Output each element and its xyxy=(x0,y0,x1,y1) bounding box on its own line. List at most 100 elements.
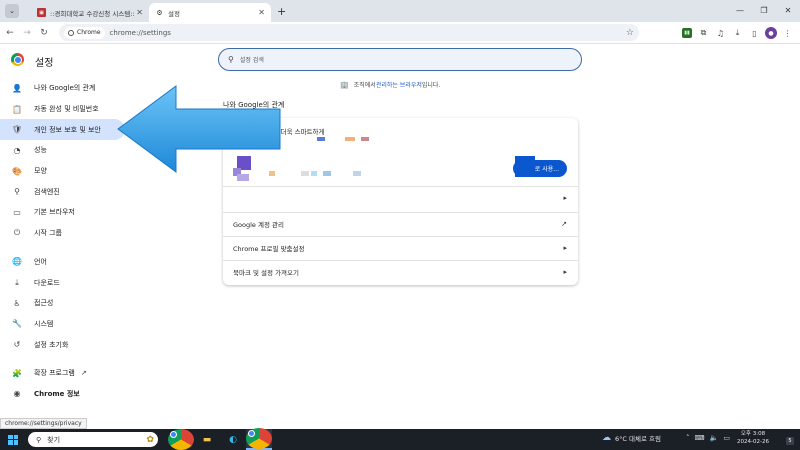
browser-icon: ▭ xyxy=(13,207,21,217)
search-icon: ⚲ xyxy=(14,187,20,197)
row-label: 북마크 및 설정 가져오기 xyxy=(233,269,299,277)
redacted-block xyxy=(311,171,317,176)
sidebar-item-label: 기본 브라우저 xyxy=(34,208,75,217)
reset-icon: ↺ xyxy=(13,340,21,350)
download-icon[interactable]: ⤓ xyxy=(729,25,746,41)
minimize-icon[interactable]: — xyxy=(728,0,752,20)
file-explorer-icon[interactable]: ▬ xyxy=(194,429,220,450)
sidebar-item-search-engine[interactable]: ⚲ 검색엔진 xyxy=(0,181,210,202)
sidebar-item-reset[interactable]: ↺ 설정 초기화 xyxy=(0,334,210,355)
tab-strip: ⌄ ▣ ::경희대학교 수강신청 시스템:: ✕ ⚙ 설정 ✕ + — ❐ ✕ xyxy=(0,0,800,22)
close-tab-icon[interactable]: ✕ xyxy=(258,8,265,17)
taskbar-search[interactable]: ⚲ 찾기 ✿ xyxy=(28,432,158,447)
chrome-icon: ◉ xyxy=(13,389,21,399)
accessibility-icon: ♿ xyxy=(13,298,21,308)
managed-prefix: 조직에서 xyxy=(353,82,376,89)
sidebar-item-label: Chrome 정보 xyxy=(34,389,80,398)
manage-google-account-row[interactable]: Google 계정 관리 ↗ xyxy=(223,212,578,235)
tab-settings[interactable]: ⚙ 설정 ✕ xyxy=(149,3,271,22)
sidebar-item-label: 확장 프로그램 xyxy=(34,369,75,378)
keyboard-icon[interactable]: ⌨ xyxy=(695,434,705,442)
extension-icon[interactable]: ▮▮ xyxy=(682,28,692,38)
puzzle-icon[interactable]: ⧉ xyxy=(695,25,712,41)
tab-search-button[interactable]: ⌄ xyxy=(5,4,19,18)
sync-services-row[interactable]: ▸ xyxy=(223,186,578,209)
close-tab-icon[interactable]: ✕ xyxy=(136,8,143,17)
taskbar-apps: ▬ ◐ xyxy=(168,428,272,450)
speedometer-icon: ◔ xyxy=(13,145,21,155)
windows-start-icon[interactable] xyxy=(8,434,18,445)
weather-text: 6°C 대체로 흐림 xyxy=(615,435,661,443)
gear-icon: ⚙ xyxy=(156,8,163,17)
sidebar-item-system[interactable]: 🔧 시스템 xyxy=(0,314,210,335)
import-bookmarks-row[interactable]: 북마크 및 설정 가져오기 ▸ xyxy=(223,260,578,283)
wrench-icon: 🔧 xyxy=(12,319,22,329)
search-placeholder: 설정 검색 xyxy=(239,57,264,64)
weather-widget[interactable]: ☁ 6°C 대체로 흐림 xyxy=(602,433,661,443)
sidebar-item-label: 나와 Google의 관계 xyxy=(34,84,96,93)
download-icon: ⤓ xyxy=(15,277,19,287)
chevron-up-icon[interactable]: ˄ xyxy=(686,434,690,442)
annotation-arrow-icon xyxy=(117,85,281,173)
search-highlight-icon: ✿ xyxy=(146,434,154,445)
network-icon[interactable]: ▭ xyxy=(723,434,730,442)
redacted-block xyxy=(323,171,331,176)
profile-avatar[interactable]: ● xyxy=(765,27,777,39)
plus-icon: + xyxy=(277,4,287,18)
more-menu-icon[interactable]: ⋮ xyxy=(779,25,796,41)
chrome-icon xyxy=(246,428,272,449)
side-panel-icon[interactable]: ▯ xyxy=(746,25,763,41)
site-info-chip[interactable]: Chrome xyxy=(64,26,105,39)
palette-icon: 🎨 xyxy=(12,166,22,176)
redacted-block xyxy=(353,171,361,176)
chrome-icon xyxy=(68,29,74,36)
chrome-active-app-icon[interactable] xyxy=(246,428,272,450)
redacted-block xyxy=(345,137,355,141)
edge-icon[interactable]: ◐ xyxy=(220,429,246,450)
chrome-logo-icon xyxy=(11,53,24,66)
redacted-block xyxy=(515,156,535,177)
sidebar-item-languages[interactable]: 🌐 언어 xyxy=(0,252,210,273)
sidebar-item-label: 시작 그룹 xyxy=(34,229,62,238)
globe-icon: 🌐 xyxy=(12,257,22,267)
power-icon: ⏻ xyxy=(13,228,21,238)
sidebar-item-accessibility[interactable]: ♿ 접근성 xyxy=(0,293,210,314)
sidebar-item-privacy[interactable]: 🛡 개인 정보 보호 및 보안 xyxy=(0,119,125,141)
sidebar-item-about-chrome[interactable]: ◉ Chrome 정보 xyxy=(0,384,210,405)
sidebar-item-downloads[interactable]: ⤓ 다운로드 xyxy=(0,272,210,293)
row-label: Google 계정 관리 xyxy=(233,221,284,229)
sidebar-item-label: 모양 xyxy=(34,167,47,176)
url-text[interactable]: chrome://settings xyxy=(110,29,626,37)
notification-badge[interactable]: 5 xyxy=(786,437,794,445)
sidebar-item-extensions[interactable]: 🧩 확장 프로그램 ↗ xyxy=(0,363,210,384)
managed-browser-link[interactable]: 관리하는 브라우저 xyxy=(376,80,422,89)
sidebar-item-on-startup[interactable]: ⏻ 시작 그룹 xyxy=(0,223,210,244)
puzzle-icon: 🧩 xyxy=(12,368,22,378)
media-icon[interactable]: ♫ xyxy=(712,25,729,41)
chrome-app-icon[interactable] xyxy=(168,429,194,450)
tab-course-registration[interactable]: ▣ ::경희대학교 수강신청 시스템:: ✕ xyxy=(31,3,149,22)
customize-profile-row[interactable]: Chrome 프로필 맞춤설정 ▸ xyxy=(223,236,578,259)
sync-button-label: 로 사용... xyxy=(534,166,559,173)
search-icon: ⚲ xyxy=(228,55,234,64)
chevron-down-icon: ⌄ xyxy=(9,7,15,15)
reload-icon[interactable]: ↻ xyxy=(37,28,51,38)
chevron-right-icon: ▸ xyxy=(563,244,567,252)
sidebar-item-label: 시스템 xyxy=(34,319,54,328)
sync-turn-on-button[interactable]: 로 사용... xyxy=(513,156,567,177)
browser-toolbar: ← → ↻ Chrome chrome://settings ☆ ▮▮ ⧉ ♫ … xyxy=(0,22,800,44)
bookmark-star-icon[interactable]: ☆ xyxy=(626,28,634,38)
sidebar-item-default-browser[interactable]: ▭ 기본 브라우저 xyxy=(0,202,210,223)
address-bar[interactable]: Chrome chrome://settings ☆ xyxy=(59,24,639,41)
taskbar-clock[interactable]: 오후 3:08 2024-02-26 xyxy=(737,430,769,446)
speaker-icon[interactable]: 🔈 xyxy=(710,434,719,442)
new-tab-button[interactable]: + xyxy=(277,3,286,19)
forward-arrow-icon[interactable]: → xyxy=(20,28,34,38)
back-arrow-icon[interactable]: ← xyxy=(3,28,17,38)
restore-icon[interactable]: ❐ xyxy=(752,0,776,20)
close-window-icon[interactable]: ✕ xyxy=(776,0,800,20)
settings-search-input[interactable]: ⚲ 설정 검색 xyxy=(218,48,582,71)
tab-title: 설정 xyxy=(168,9,180,18)
toolbar-actions: ▮▮ ⧉ ♫ ⤓ ▯ ● ⋮ xyxy=(679,25,796,41)
redacted-block xyxy=(361,137,369,141)
